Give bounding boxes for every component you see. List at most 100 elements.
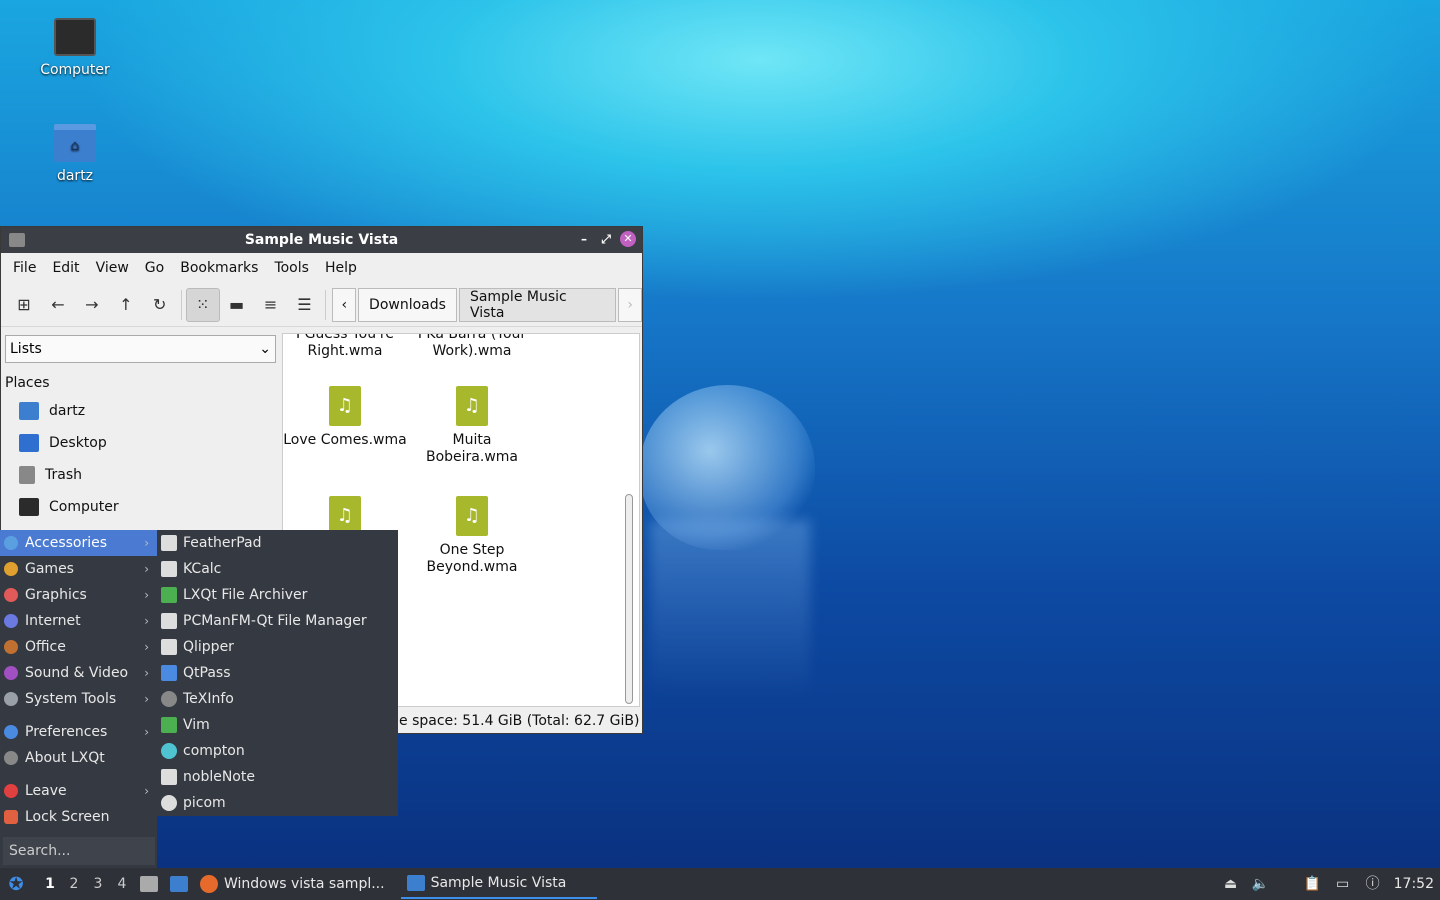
menu-edit[interactable]: Edit	[44, 260, 87, 276]
key-icon	[161, 665, 177, 681]
system-tools-icon	[4, 692, 18, 706]
app-qtpass[interactable]: QtPass	[157, 660, 398, 686]
file-item[interactable]: I Ka Barra (Your Work).wma	[408, 334, 536, 360]
side-pane-mode-select[interactable]: Lists ⌄	[5, 335, 276, 363]
music-file-icon: ♫	[456, 496, 488, 536]
place-home[interactable]: dartz	[1, 395, 280, 427]
new-tab-icon[interactable]: ⊞	[7, 288, 41, 322]
chevron-right-icon: ›	[144, 562, 149, 576]
menu-preferences[interactable]: Preferences ›	[0, 719, 157, 745]
task-label: Windows vista sampl...	[224, 876, 385, 892]
menu-category-graphics[interactable]: Graphics ›	[0, 582, 157, 608]
place-trash[interactable]: Trash	[1, 459, 280, 491]
forward-arrow-icon[interactable]: →	[75, 288, 109, 322]
desktop-icon-home[interactable]: ⌂ dartz	[25, 124, 125, 184]
app-vim[interactable]: Vim	[157, 712, 398, 738]
place-desktop[interactable]: Desktop	[1, 427, 280, 459]
app-label: QtPass	[183, 665, 231, 681]
breadcrumb-left-icon[interactable]: ‹	[332, 287, 357, 322]
file-name: One Step Beyond.wma	[426, 542, 518, 575]
menu-category-games[interactable]: Games ›	[0, 556, 157, 582]
menu-lock-screen[interactable]: Lock Screen	[0, 804, 157, 830]
menu-help[interactable]: Help	[317, 260, 365, 276]
start-menu-button[interactable]: ✪	[2, 870, 30, 898]
minimize-button[interactable]: –	[576, 231, 592, 247]
app-file-archiver[interactable]: LXQt File Archiver	[157, 582, 398, 608]
update-notifier-icon[interactable]: ⓘ	[1364, 875, 1382, 893]
menu-category-office[interactable]: Office ›	[0, 634, 157, 660]
up-arrow-icon[interactable]: ↑	[109, 288, 143, 322]
app-compton[interactable]: compton	[157, 738, 398, 764]
desktop-icon-computer[interactable]: Computer	[25, 18, 125, 78]
vertical-scrollbar[interactable]	[625, 494, 633, 704]
reload-icon[interactable]: ↻	[143, 288, 177, 322]
maximize-button[interactable]: ⤢	[598, 231, 614, 247]
place-label: Computer	[49, 499, 119, 515]
app-texinfo[interactable]: TeXInfo	[157, 686, 398, 712]
accessories-submenu: FeatherPad KCalc LXQt File Archiver PCMa…	[157, 530, 398, 816]
file-item[interactable]: ♫ Muita Bobeira.wma	[408, 386, 536, 466]
calculator-icon	[161, 561, 177, 577]
app-label: PCManFM-Qt File Manager	[183, 613, 367, 629]
file-item[interactable]: ♫ One Step Beyond.wma	[408, 496, 536, 576]
compact-view-icon[interactable]: ≡	[254, 288, 288, 322]
quicklaunch-file-manager[interactable]	[134, 869, 164, 899]
chevron-right-icon: ›	[144, 784, 149, 798]
workspace-3[interactable]: 3	[86, 876, 110, 892]
menu-category-internet[interactable]: Internet ›	[0, 608, 157, 634]
thumbnail-view-icon[interactable]: ▬	[220, 288, 254, 322]
eject-icon[interactable]: ⏏	[1222, 875, 1240, 893]
menu-category-sound-video[interactable]: Sound & Video ›	[0, 660, 157, 686]
detailed-view-icon[interactable]: ☰	[288, 288, 322, 322]
menu-go[interactable]: Go	[137, 260, 172, 276]
app-featherpad[interactable]: FeatherPad	[157, 530, 398, 556]
menu-search-input[interactable]: Search...	[3, 837, 155, 865]
volume-icon[interactable]: 🔈	[1252, 875, 1270, 893]
task-firefox[interactable]: Windows vista sampl...	[194, 869, 391, 899]
workspace-4[interactable]: 4	[110, 876, 134, 892]
workspace-1[interactable]: 1	[38, 876, 62, 892]
menu-category-system-tools[interactable]: System Tools ›	[0, 686, 157, 712]
file-item[interactable]: ♫ Love Comes.wma	[283, 386, 409, 449]
menu-category-label: Office	[25, 639, 66, 655]
menu-divider	[0, 771, 157, 778]
app-picom[interactable]: picom	[157, 790, 398, 816]
network-icon[interactable]: ▭	[1334, 875, 1352, 893]
app-qlipper[interactable]: Qlipper	[157, 634, 398, 660]
clock[interactable]: 17:52	[1394, 876, 1434, 892]
menu-file[interactable]: File	[5, 260, 44, 276]
toolbar: ⊞ ← → ↑ ↻ ⁙ ▬ ≡ ☰ ‹ Downloads Sample Mus…	[1, 283, 643, 327]
app-pcmanfm[interactable]: PCManFM-Qt File Manager	[157, 608, 398, 634]
info-icon	[161, 691, 177, 707]
back-arrow-icon[interactable]: ←	[41, 288, 75, 322]
app-label: nobleNote	[183, 769, 255, 785]
breadcrumb-right-icon[interactable]: ›	[618, 287, 643, 322]
quicklaunch-show-desktop[interactable]	[164, 869, 194, 899]
menu-about-lxqt[interactable]: About LXQt	[0, 745, 157, 771]
close-button[interactable]: ✕	[620, 231, 636, 247]
breadcrumb-downloads[interactable]: Downloads	[358, 287, 457, 322]
app-noblenote[interactable]: nobleNote	[157, 764, 398, 790]
breadcrumb-current[interactable]: Sample Music Vista	[458, 287, 617, 322]
menu-bookmarks[interactable]: Bookmarks	[172, 260, 266, 276]
app-label: KCalc	[183, 561, 222, 577]
menu-tools[interactable]: Tools	[266, 260, 317, 276]
menu-category-label: Games	[25, 561, 74, 577]
app-kcalc[interactable]: KCalc	[157, 556, 398, 582]
icon-view-icon[interactable]: ⁙	[185, 287, 220, 322]
clipboard-icon	[161, 639, 177, 655]
gear-icon	[161, 795, 177, 811]
place-computer[interactable]: Computer	[1, 491, 280, 523]
menu-category-accessories[interactable]: Accessories ›	[0, 530, 157, 556]
workspace-2[interactable]: 2	[62, 876, 86, 892]
notebook-icon	[161, 769, 177, 785]
clipboard-icon[interactable]: 📋	[1304, 875, 1322, 893]
window-titlebar[interactable]: Sample Music Vista – ⤢ ✕	[1, 227, 642, 253]
place-label: dartz	[49, 403, 86, 419]
file-item[interactable]: I Guess You're Right.wma	[283, 334, 409, 360]
menu-leave[interactable]: Leave ›	[0, 778, 157, 804]
app-label: Vim	[183, 717, 210, 733]
sound-video-icon	[4, 666, 18, 680]
menu-view[interactable]: View	[88, 260, 137, 276]
task-file-manager[interactable]: Sample Music Vista	[400, 869, 597, 899]
